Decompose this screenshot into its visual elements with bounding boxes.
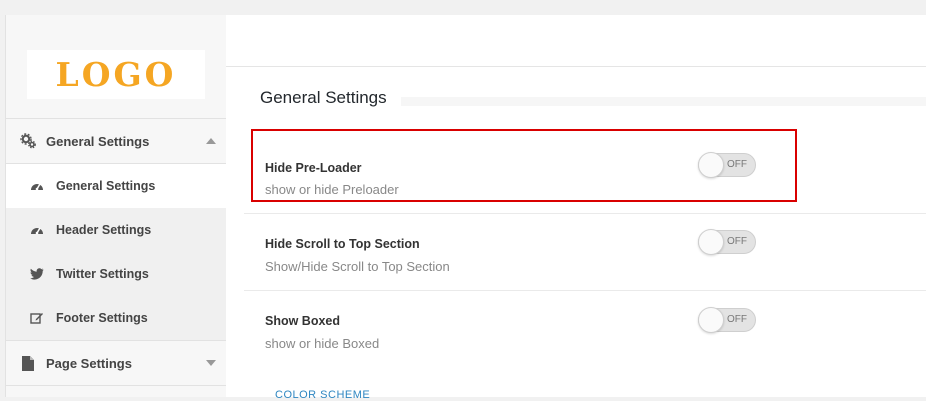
sidebar-item-label: Header Settings — [56, 223, 152, 237]
sidebar-item-label: Footer Settings — [56, 311, 148, 325]
sidebar-group-label: General Settings — [46, 133, 150, 149]
sidebar-item-label: Twitter Settings — [56, 267, 149, 281]
hide-scroll-to-top-toggle[interactable]: OFF — [698, 229, 756, 255]
setting-title: Hide Scroll to Top Section — [265, 237, 420, 251]
setting-row-hide-preloader: Hide Pre-Loader show or hide Preloader O… — [244, 138, 926, 214]
dashboard-icon — [30, 223, 44, 237]
setting-row-show-boxed: Show Boxed show or hide Boxed OFF — [244, 291, 926, 367]
toggle-state-label: OFF — [727, 314, 747, 325]
sidebar-group-page-settings[interactable]: Page Settings — [6, 340, 226, 386]
toggle-state-label: OFF — [727, 236, 747, 247]
toggle-state-label: OFF — [727, 159, 747, 170]
logo-area: LOGO — [6, 15, 226, 119]
logo: LOGO — [27, 50, 205, 99]
sidebar-item-twitter-settings[interactable]: Twitter Settings — [6, 252, 226, 296]
sidebar-group-general-settings[interactable]: General Settings — [6, 119, 226, 164]
dashboard-icon — [30, 179, 44, 193]
show-boxed-toggle[interactable]: OFF — [698, 307, 756, 333]
main-panel: General Settings Hide Pre-Loader show or… — [226, 15, 926, 397]
sidebar-item-label: General Settings — [56, 179, 156, 193]
color-scheme-link[interactable]: COLOR SCHEME — [275, 389, 370, 401]
section-title: General Settings — [260, 88, 387, 107]
toggle-knob — [698, 229, 724, 255]
sidebar-item-general-settings[interactable]: General Settings — [6, 164, 226, 208]
chevron-down-icon — [206, 360, 216, 366]
chevron-up-icon — [206, 138, 216, 144]
setting-row-hide-scroll-to-top: Hide Scroll to Top Section Show/Hide Scr… — [244, 214, 926, 291]
setting-title: Hide Pre-Loader — [265, 161, 362, 175]
toggle-knob — [698, 307, 724, 333]
setting-description: Show/Hide Scroll to Top Section — [265, 259, 450, 274]
sidebar-group-label: Page Settings — [46, 355, 132, 371]
main-header-bar — [226, 15, 926, 67]
setting-description: show or hide Boxed — [265, 336, 380, 351]
sidebar-item-header-settings[interactable]: Header Settings — [6, 208, 226, 252]
title-divider — [401, 97, 926, 106]
hide-preloader-toggle[interactable]: OFF — [698, 152, 756, 178]
page-icon — [20, 355, 36, 371]
sidebar: LOGO General Settings General Settings H… — [5, 15, 227, 397]
logo-text: LOGO — [55, 55, 177, 94]
toggle-knob — [698, 152, 724, 178]
edit-icon — [30, 311, 44, 325]
setting-title: Show Boxed — [265, 314, 341, 328]
setting-description: show or hide Preloader — [265, 182, 399, 197]
twitter-icon — [30, 267, 44, 281]
sidebar-item-footer-settings[interactable]: Footer Settings — [6, 296, 226, 340]
gears-icon — [20, 133, 36, 149]
